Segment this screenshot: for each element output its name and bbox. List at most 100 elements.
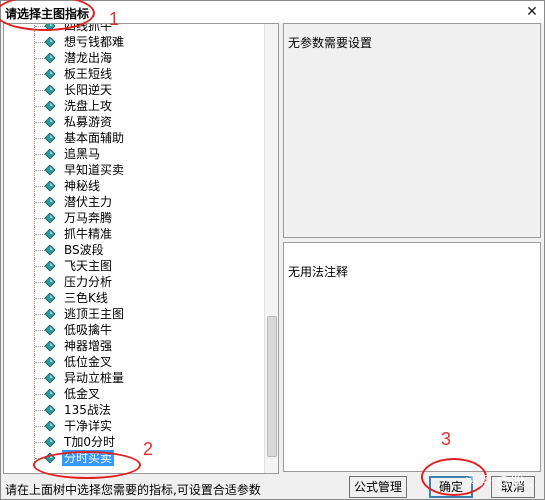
watermark: 头条 @股... bbox=[464, 474, 538, 490]
tree-connector-branch bbox=[35, 218, 45, 219]
tree-item-label: 万马奔腾 bbox=[64, 211, 113, 225]
tree-connector-branch bbox=[35, 410, 45, 411]
tree-list: 四线抓牛 想亏钱都难 潜龙出海 板王短线 长阳逆天 洗盘上攻 私募游资 基本面辅助 追黑马 早知道… bbox=[4, 24, 264, 466]
indicator-gem-icon bbox=[45, 213, 55, 223]
indicator-gem-icon bbox=[45, 245, 55, 255]
indicator-gem-icon bbox=[45, 277, 55, 287]
tree-item[interactable]: 飞天主图 bbox=[4, 258, 264, 274]
scroll-thumb[interactable] bbox=[267, 316, 277, 457]
indicator-gem-icon bbox=[45, 341, 55, 351]
tree-item[interactable]: 潜伏主力 bbox=[4, 194, 264, 210]
indicator-gem-icon bbox=[45, 117, 55, 127]
close-icon[interactable]: ✕ bbox=[524, 4, 540, 20]
tree-item[interactable]: 逃顶王主图 bbox=[4, 306, 264, 322]
indicator-gem-icon bbox=[45, 85, 55, 95]
tree-item[interactable]: 低金叉 bbox=[4, 386, 264, 402]
indicator-gem-icon bbox=[45, 101, 55, 111]
tree-item-label: 潜伏主力 bbox=[64, 195, 113, 209]
annotation-ring-selected bbox=[33, 451, 141, 479]
tree-connector-branch bbox=[35, 234, 45, 235]
tree-connector-branch bbox=[35, 442, 45, 443]
tree-item[interactable]: BS波段 bbox=[4, 242, 264, 258]
indicator-gem-icon bbox=[45, 437, 55, 447]
indicator-gem-icon bbox=[45, 165, 55, 175]
indicator-gem-icon bbox=[45, 325, 55, 335]
tree-item[interactable]: 135战法 bbox=[4, 402, 264, 418]
annotation-number-2: 2 bbox=[143, 439, 154, 459]
tree-item-label: 神器增强 bbox=[64, 339, 113, 353]
tree-item-label: 干净详实 bbox=[64, 419, 113, 433]
tree-connector-branch bbox=[35, 74, 45, 75]
indicator-gem-icon bbox=[45, 229, 55, 239]
tree-connector-branch bbox=[35, 106, 45, 107]
tree-item-label: 135战法 bbox=[64, 403, 111, 417]
tree-item[interactable]: 基本面辅助 bbox=[4, 130, 264, 146]
indicator-gem-icon bbox=[45, 197, 55, 207]
annotation-number-1: 1 bbox=[109, 9, 120, 29]
indicator-gem-icon bbox=[45, 261, 55, 271]
tree-item[interactable]: 神器增强 bbox=[4, 338, 264, 354]
tree-item-label: 板王短线 bbox=[64, 67, 113, 81]
tree-item-label: 低位金叉 bbox=[64, 355, 113, 369]
tree-connector-branch bbox=[35, 90, 45, 91]
tree-item[interactable]: 洗盘上攻 bbox=[4, 98, 264, 114]
status-text: 请在上面树中选择您需要的指标,可设置合适参数 bbox=[5, 483, 261, 497]
tree-item[interactable]: 低位金叉 bbox=[4, 354, 264, 370]
tree-scrollbar[interactable] bbox=[264, 24, 278, 473]
tree-item-label: BS波段 bbox=[64, 243, 104, 257]
formula-manage-button[interactable]: 公式管理 bbox=[349, 476, 407, 498]
tree-item[interactable]: 想亏钱都难 bbox=[4, 34, 264, 50]
indicator-dialog: 请选择主图指标 ✕ 四线抓牛 想亏钱都难 潜龙出海 板王短线 长阳逆天 洗盘上攻 私募游资基… bbox=[0, 0, 545, 500]
tree-item-label: 飞天主图 bbox=[64, 259, 113, 273]
indicator-gem-icon bbox=[45, 309, 55, 319]
tree-item-label: 低金叉 bbox=[64, 387, 101, 401]
tree-connector-branch bbox=[35, 138, 45, 139]
notes-panel: 无用法注释 bbox=[283, 242, 541, 472]
tree-connector-branch bbox=[35, 122, 45, 123]
tree-item-label: 三色K线 bbox=[64, 291, 108, 305]
tree-item[interactable]: 抓牛精准 bbox=[4, 226, 264, 242]
tree-item-label: 追黑马 bbox=[64, 147, 101, 161]
tree-connector-branch bbox=[35, 154, 45, 155]
tree-item[interactable]: 追黑马 bbox=[4, 146, 264, 162]
tree-connector-branch bbox=[35, 266, 45, 267]
tree-connector-branch bbox=[35, 330, 45, 331]
tree-item[interactable]: 私募游资 bbox=[4, 114, 264, 130]
parameter-text: 无参数需要设置 bbox=[288, 36, 373, 50]
tree-item-label: 私募游资 bbox=[64, 115, 113, 129]
parameter-panel: 无参数需要设置 bbox=[283, 23, 541, 238]
tree-item-label: 神秘线 bbox=[64, 179, 101, 193]
tree-item[interactable]: 三色K线 bbox=[4, 290, 264, 306]
tree-item[interactable]: 长阳逆天 bbox=[4, 82, 264, 98]
tree-item[interactable]: 干净详实 bbox=[4, 418, 264, 434]
indicator-gem-icon bbox=[45, 149, 55, 159]
tree-item[interactable]: 神秘线 bbox=[4, 178, 264, 194]
tree-item-label: 低吸擒牛 bbox=[64, 323, 113, 337]
indicator-gem-icon bbox=[45, 389, 55, 399]
tree-item-label: 逃顶王主图 bbox=[64, 307, 125, 321]
notes-text: 无用法注释 bbox=[288, 265, 349, 279]
indicator-gem-icon bbox=[45, 373, 55, 383]
tree-item[interactable]: T加0分时 bbox=[4, 434, 264, 450]
tree-item[interactable]: 低吸擒牛 bbox=[4, 322, 264, 338]
indicator-gem-icon bbox=[45, 293, 55, 303]
indicator-gem-icon bbox=[45, 181, 55, 191]
tree-item[interactable]: 压力分析 bbox=[4, 274, 264, 290]
tree-item-label: 早知道买卖 bbox=[64, 163, 125, 177]
tree-item[interactable]: 异动立桩量 bbox=[4, 370, 264, 386]
tree-connector-branch bbox=[35, 362, 45, 363]
tree-item[interactable]: 早知道买卖 bbox=[4, 162, 264, 178]
indicator-gem-icon bbox=[45, 37, 55, 47]
indicator-gem-icon bbox=[45, 69, 55, 79]
indicator-gem-icon bbox=[45, 421, 55, 431]
tree-connector-branch bbox=[35, 346, 45, 347]
tree-connector-branch bbox=[35, 298, 45, 299]
tree-item-label: 抓牛精准 bbox=[64, 227, 113, 241]
indicator-gem-icon bbox=[45, 405, 55, 415]
indicator-tree[interactable]: 四线抓牛 想亏钱都难 潜龙出海 板王短线 长阳逆天 洗盘上攻 私募游资 基本面辅助 追黑马 早知道… bbox=[3, 23, 279, 474]
tree-item-label: 潜龙出海 bbox=[64, 51, 113, 65]
tree-item[interactable]: 万马奔腾 bbox=[4, 210, 264, 226]
tree-connector-branch bbox=[35, 250, 45, 251]
tree-item[interactable]: 潜龙出海 bbox=[4, 50, 264, 66]
tree-item[interactable]: 板王短线 bbox=[4, 66, 264, 82]
